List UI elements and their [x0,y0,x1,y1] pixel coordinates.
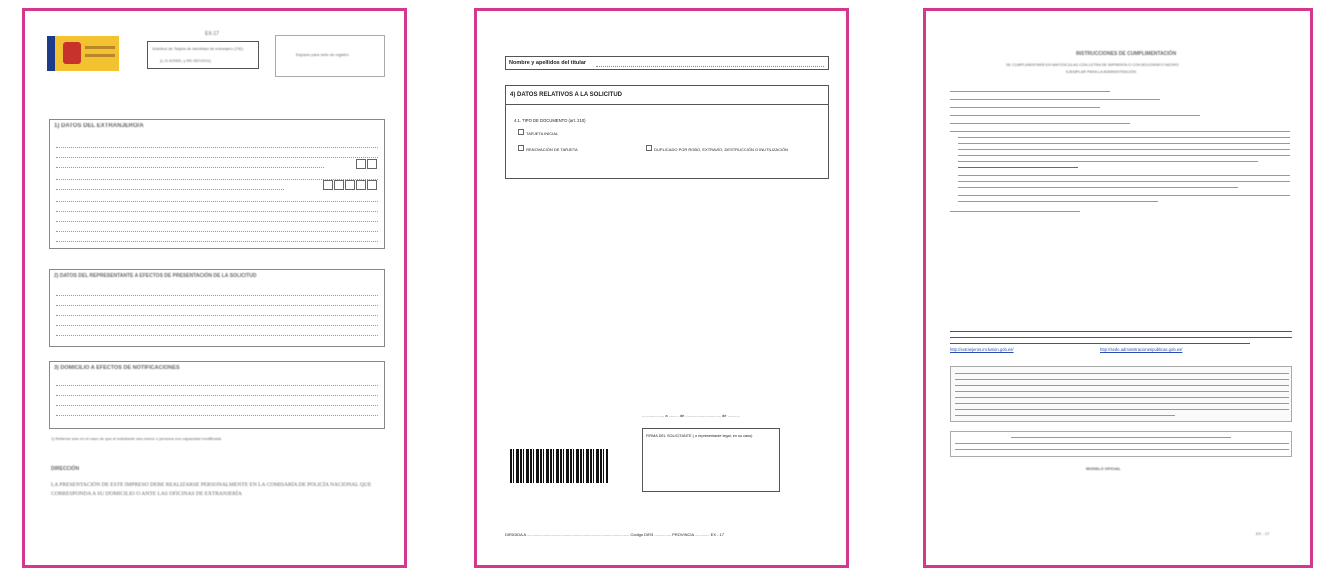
footer-dir3: Código DIR3 [630,532,654,537]
footer-province: PROVINCIA [672,532,694,537]
form-code: EX-17 [205,31,219,37]
option-initial-card[interactable]: TARJETA INICIAL [518,129,558,136]
bottom-note: MODELO OFICIAL [1086,466,1121,471]
section-1-title: 1) DATOS DEL EXTRANJERO/A [54,123,144,129]
section-3-title: 3) DOMICILIO A EFECTOS DE NOTIFICACIONES [54,365,180,371]
section-3-notifications: 3) DOMICILIO A EFECTOS DE NOTIFICACIONES [49,361,385,429]
form-page-2: Nombre y apellidos del titular 4) DATOS … [474,8,849,568]
notice-title: DIRECCIÓN [51,466,80,472]
instructions-page: INSTRUCCIONES DE CUMPLIMENTACIÓN SE CUMP… [923,8,1313,568]
barcode [510,449,608,483]
registry-stamp-box: Espacio para sello de registro [275,35,385,77]
section-2-title: 2) DATOS DEL REPRESENTANTE A EFECTOS DE … [54,273,257,279]
section-1-foreigner-data: 1) DATOS DEL EXTRANJERO/A [49,119,385,249]
option-initial-label: TARJETA INICIAL [526,131,559,136]
government-logo [47,36,119,71]
info-box: http://extranjeros.inclusion.gob.es/ htt… [950,329,1292,357]
stamp-label: Espacio para sello de registro [296,52,349,57]
footer-line: DIRIGIDA A .............................… [505,532,724,537]
instructions-title: INSTRUCCIONES DE CUMPLIMENTACIÓN [1076,51,1177,57]
footer-directed-to: DIRIGIDA A [505,532,526,537]
section-4-title: 4) DATOS RELATIVOS A LA SOLICITUD [510,92,623,98]
header-box: Solicitud de Tarjeta de identidad de ext… [147,41,259,69]
info-link-2[interactable]: http://sede.administracionespublicas.gob… [1100,347,1182,352]
footer-form-code: EX - 17 [710,532,724,537]
instructions-subtitle-2: EJEMPLAR PARA LA ADMINISTRACIÓN [1066,70,1137,74]
signature-label: FIRMA DEL SOLICITANTE ( o representante … [646,434,753,438]
data-protection-box [950,366,1292,422]
option-renewal-label: RENOVACIÓN DE TARJETA [526,147,578,152]
option-duplicate[interactable]: DUPLICADO POR ROBO, EXTRAVÍO, DESTRUCCIÓ… [646,145,788,152]
date-line: ..................., a ......... de ....… [642,413,740,418]
footer-form-code-p3: EX - 17 [1256,531,1270,536]
header-title: Solicitud de Tarjeta de identidad de ext… [152,46,244,51]
holder-name-box: Nombre y apellidos del titular [505,56,829,70]
checkbox-group-nie[interactable] [323,177,378,195]
instruction-list [950,89,1292,269]
footnote: 1) Rellenar solo en el caso de que el so… [51,436,222,441]
doc-type-label: 4.1. TIPO DE DOCUMENTO (art. 210) [514,118,586,123]
notice-box [950,431,1292,457]
signature-box[interactable]: FIRMA DEL SOLICITANTE ( o representante … [642,428,780,492]
form-page-1: EX-17 Solicitud de Tarjeta de identidad … [22,8,407,568]
option-duplicate-label: DUPLICADO POR ROBO, EXTRAVÍO, DESTRUCCIÓ… [654,147,789,152]
section-2-representative: 2) DATOS DEL REPRESENTANTE A EFECTOS DE … [49,269,385,347]
option-renewal[interactable]: RENOVACIÓN DE TARJETA [518,145,578,152]
section-4-header: 4) DATOS RELATIVOS A LA SOLICITUD [505,85,829,105]
section-4-body: 4.1. TIPO DE DOCUMENTO (art. 210) TARJET… [505,104,829,179]
instructions-subtitle: SE CUMPLIMENTARÁ EN MAYÚSCULAS CON LETRA… [1006,63,1179,67]
notice-text: LA PRESENTACIÓN DE ESTE IMPRESO DEBE REA… [51,482,372,497]
holder-name-label: Nombre y apellidos del titular [509,60,587,66]
info-link-1[interactable]: http://extranjeros.inclusion.gob.es/ [950,347,1014,352]
header-law: (L.O.4/2000, y RD 557/2011) [160,58,212,63]
